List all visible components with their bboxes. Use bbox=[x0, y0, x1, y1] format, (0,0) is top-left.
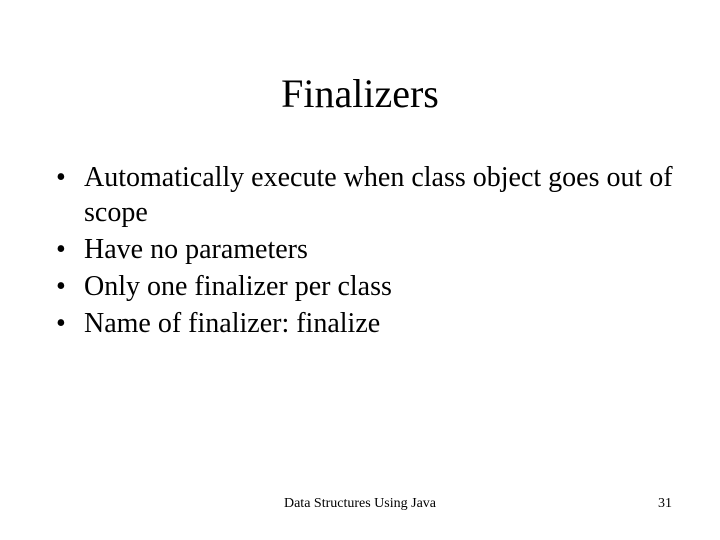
slide: Finalizers Automatically execute when cl… bbox=[0, 0, 720, 540]
bullet-list: Automatically execute when class object … bbox=[56, 160, 676, 341]
list-item: Have no parameters bbox=[56, 232, 676, 267]
list-item: Automatically execute when class object … bbox=[56, 160, 676, 230]
list-item: Only one finalizer per class bbox=[56, 269, 676, 304]
list-item: Name of finalizer: finalize bbox=[56, 306, 676, 341]
slide-title: Finalizers bbox=[0, 70, 720, 117]
page-number: 31 bbox=[658, 496, 672, 512]
slide-body: Automatically execute when class object … bbox=[56, 160, 676, 343]
footer-text: Data Structures Using Java bbox=[0, 496, 720, 512]
